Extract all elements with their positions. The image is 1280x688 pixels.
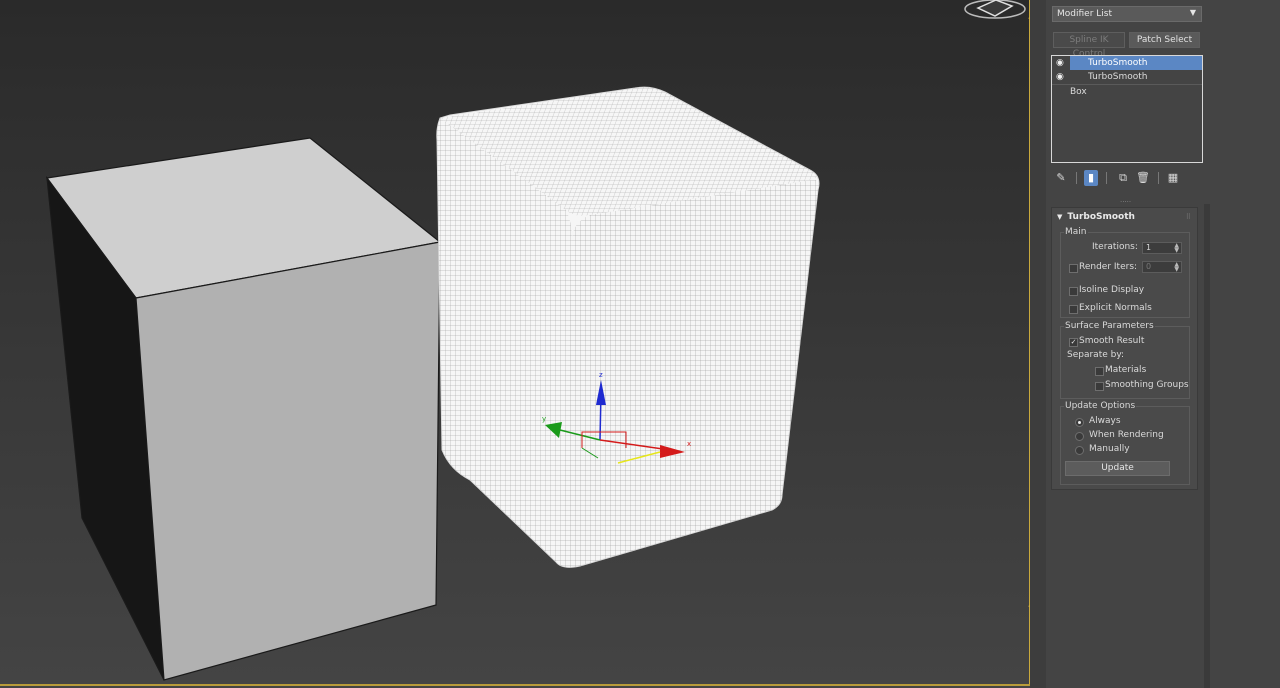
toolbar-separator	[1106, 172, 1107, 184]
configure-modifier-sets-icon[interactable]: ▦	[1166, 170, 1180, 186]
always-label: Always	[1089, 416, 1121, 426]
when-rendering-radio[interactable]: When Rendering	[1075, 430, 1164, 441]
show-end-result-icon[interactable]: ▮	[1084, 170, 1098, 186]
iterations-value: 1	[1146, 243, 1152, 252]
render-iters-value: 0	[1146, 262, 1152, 271]
gizmo-y-label: y	[542, 415, 546, 423]
explicit-normals-checkbox[interactable]: Explicit Normals	[1069, 303, 1152, 314]
stack-item-label: Box	[1070, 87, 1087, 97]
update-button[interactable]: Update	[1065, 461, 1170, 476]
viewport-border-bottom	[0, 684, 1046, 686]
rollout-title-text: TurboSmooth	[1067, 212, 1135, 222]
smooth-result-label: Smooth Result	[1079, 336, 1145, 346]
patch-select-button[interactable]: Patch Select	[1129, 32, 1200, 48]
checkbox-box	[1095, 367, 1104, 376]
isoline-display-label: Isoline Display	[1079, 285, 1145, 295]
smoothing-groups-label: Smoothing Groups	[1105, 380, 1189, 390]
rollout-handle-icon[interactable]: ⠿	[1186, 213, 1191, 221]
modifier-list-dropdown[interactable]: Modifier List ▼	[1052, 6, 1202, 22]
iterations-label: Iterations:	[1092, 242, 1138, 252]
render-iters-label: Render Iters:	[1079, 262, 1138, 272]
view-cube[interactable]	[964, 0, 1026, 19]
stack-item-box[interactable]: Box	[1052, 84, 1202, 99]
checkbox-box	[1069, 287, 1078, 296]
panel-scrollbar[interactable]	[1204, 204, 1210, 688]
make-unique-icon[interactable]: ⧉	[1116, 170, 1130, 186]
eye-icon[interactable]: ◉	[1056, 70, 1068, 84]
render-iters-spinner[interactable]: 0 ▲ ▼	[1142, 261, 1182, 273]
render-iters-checkbox[interactable]: Render Iters:	[1069, 262, 1138, 273]
update-options-group: Update Options Always When Rendering Man…	[1060, 401, 1190, 485]
smooth-result-checkbox[interactable]: ✓ Smooth Result	[1069, 336, 1145, 347]
surface-group-title: Surface Parameters	[1064, 321, 1155, 331]
iterations-spinner[interactable]: 1 ▲ ▼	[1142, 242, 1182, 254]
rollout-title[interactable]: ▼ TurboSmooth	[1057, 212, 1135, 222]
spline-ik-control-button[interactable]: Spline IK Control	[1053, 32, 1125, 59]
radio-off-icon	[1075, 446, 1084, 455]
stack-item-turbosmooth[interactable]: ◉ TurboSmooth	[1052, 70, 1202, 84]
main-group-title: Main	[1064, 227, 1088, 237]
chevron-down-icon: ▼	[1189, 8, 1196, 17]
eye-icon[interactable]: ◉	[1056, 56, 1068, 70]
turbosmooth-rollout: ▼ TurboSmooth ⠿ Main Iterations: 1 ▲ ▼ Ren…	[1051, 207, 1198, 490]
collapse-triangle-icon: ▼	[1057, 213, 1063, 221]
toolbar-separator	[1158, 172, 1159, 184]
surface-parameters-group: Surface Parameters ✓ Smooth Result Separ…	[1060, 321, 1190, 399]
materials-checkbox[interactable]: Materials	[1095, 365, 1147, 376]
stack-toolbar: ✎ ▮ ⧉ 🗑 ▦	[1054, 170, 1204, 186]
main-group: Main Iterations: 1 ▲ ▼ Render Iters: 0 ▲ ▼…	[1060, 227, 1190, 318]
stack-item-label: TurboSmooth	[1088, 72, 1148, 82]
stack-item-turbosmooth[interactable]: ◉ TurboSmooth	[1052, 56, 1202, 70]
stack-item-label: TurboSmooth	[1088, 58, 1148, 68]
manually-radio[interactable]: Manually	[1075, 444, 1130, 455]
perspective-viewport[interactable]: z x y	[0, 0, 1030, 686]
manually-label: Manually	[1089, 444, 1130, 454]
spinner-arrows-icon[interactable]: ▲ ▼	[1174, 262, 1179, 273]
panel-gap	[1030, 0, 1046, 688]
checkbox-box	[1095, 382, 1104, 391]
smoothing-groups-checkbox[interactable]: Smoothing Groups	[1095, 380, 1189, 391]
box-object[interactable]	[45, 137, 442, 681]
always-radio[interactable]: Always	[1075, 416, 1121, 427]
checkbox-box	[1069, 305, 1078, 314]
isoline-display-checkbox[interactable]: Isoline Display	[1069, 285, 1145, 296]
materials-label: Materials	[1105, 365, 1147, 375]
radio-off-icon	[1075, 432, 1084, 441]
checkbox-box	[1069, 264, 1078, 273]
checkmark-icon: ✓	[1069, 338, 1078, 347]
radio-on-icon	[1075, 418, 1084, 427]
trash-icon[interactable]: 🗑	[1136, 170, 1150, 186]
pin-icon[interactable]: ✎	[1054, 170, 1068, 186]
gizmo-z-label: z	[599, 371, 603, 379]
toolbar-separator	[1076, 172, 1077, 184]
separate-by-label: Separate by:	[1067, 350, 1125, 360]
rollout-grip-icon[interactable]: ·····	[1120, 198, 1134, 206]
modifier-list-label: Modifier List	[1057, 9, 1112, 19]
modifier-stack[interactable]: ◉ TurboSmooth ◉ TurboSmooth Box	[1051, 55, 1203, 163]
spinner-arrows-icon[interactable]: ▲ ▼	[1174, 243, 1179, 254]
update-group-title: Update Options	[1064, 401, 1137, 411]
gizmo-x-label: x	[687, 440, 691, 448]
when-rendering-label: When Rendering	[1089, 430, 1164, 440]
explicit-normals-label: Explicit Normals	[1079, 303, 1152, 313]
turbosmooth-box-object[interactable]	[436, 86, 820, 568]
